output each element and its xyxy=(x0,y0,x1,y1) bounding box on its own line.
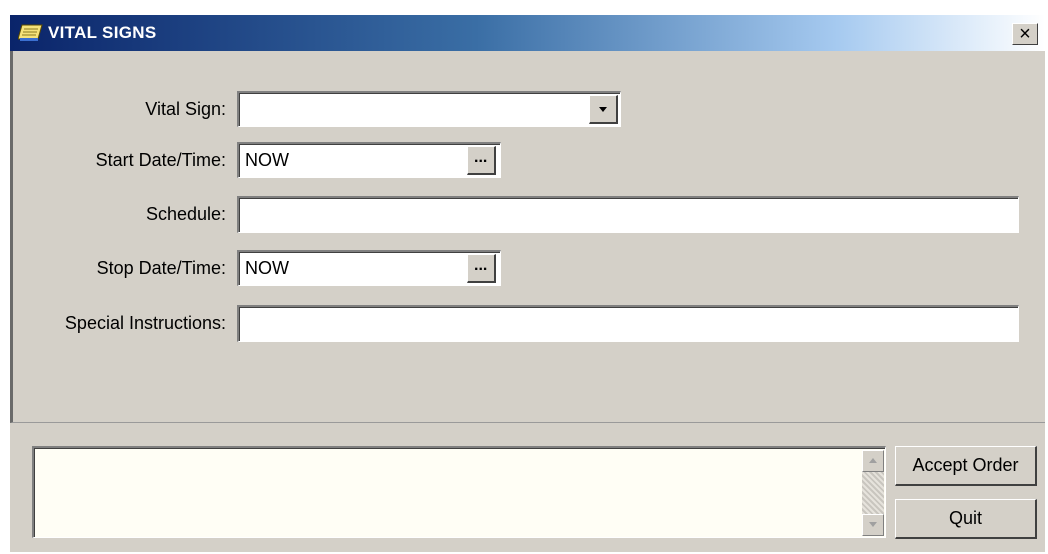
stop-datetime-label-wrap: Stop Date/Time: xyxy=(13,253,226,283)
start-datetime-field[interactable]: NOW ... xyxy=(237,142,501,178)
special-instructions-input[interactable] xyxy=(237,305,1019,342)
ellipsis-icon: ... xyxy=(474,257,488,274)
vital-sign-label-wrap: Vital Sign: xyxy=(13,94,226,124)
notepad-icon xyxy=(18,24,43,41)
order-form-panel: Vital Sign: Start Date/Time: NOW ... Sch… xyxy=(10,51,1045,423)
schedule-input[interactable] xyxy=(237,196,1019,233)
scroll-up-button[interactable] xyxy=(862,450,884,472)
start-datetime-label: Start Date/Time: xyxy=(95,150,226,170)
window-title: VITAL SIGNS xyxy=(48,23,157,42)
arrow-up-icon xyxy=(869,458,877,463)
special-instructions-label: Special Instructions: xyxy=(64,313,226,333)
vital-sign-dropdown-button[interactable] xyxy=(589,95,618,124)
close-button[interactable]: × xyxy=(1012,23,1038,45)
vital-signs-dialog: VITAL SIGNS × Vital Sign: Start Date/Tim… xyxy=(10,15,1045,552)
scroll-down-button[interactable] xyxy=(862,514,884,536)
stop-datetime-field[interactable]: NOW ... xyxy=(237,250,501,286)
stop-datetime-picker-button[interactable]: ... xyxy=(467,254,496,283)
vital-sign-select[interactable] xyxy=(237,91,621,127)
vital-sign-label: Vital Sign: xyxy=(145,99,226,119)
stop-datetime-value: NOW xyxy=(245,258,289,278)
arrow-down-icon xyxy=(869,522,877,527)
order-text-memo[interactable] xyxy=(32,446,886,538)
start-datetime-picker-button[interactable]: ... xyxy=(467,146,496,175)
order-text-scrollbar[interactable] xyxy=(862,450,884,536)
accept-order-button[interactable]: Accept Order xyxy=(895,446,1037,486)
start-datetime-label-wrap: Start Date/Time: xyxy=(13,145,226,175)
quit-button[interactable]: Quit xyxy=(895,499,1037,539)
schedule-label-wrap: Schedule: xyxy=(13,199,226,229)
title-bar[interactable]: VITAL SIGNS × xyxy=(10,15,1045,51)
accept-order-label: Accept Order xyxy=(912,455,1019,475)
close-icon: × xyxy=(1019,23,1031,45)
quit-label: Quit xyxy=(948,508,982,528)
ellipsis-icon: ... xyxy=(474,149,488,166)
schedule-label: Schedule: xyxy=(145,204,226,224)
special-instructions-label-wrap: Special Instructions: xyxy=(13,308,226,338)
stop-datetime-label: Stop Date/Time: xyxy=(96,258,226,278)
start-datetime-value: NOW xyxy=(245,150,289,170)
chevron-down-icon xyxy=(599,107,607,112)
